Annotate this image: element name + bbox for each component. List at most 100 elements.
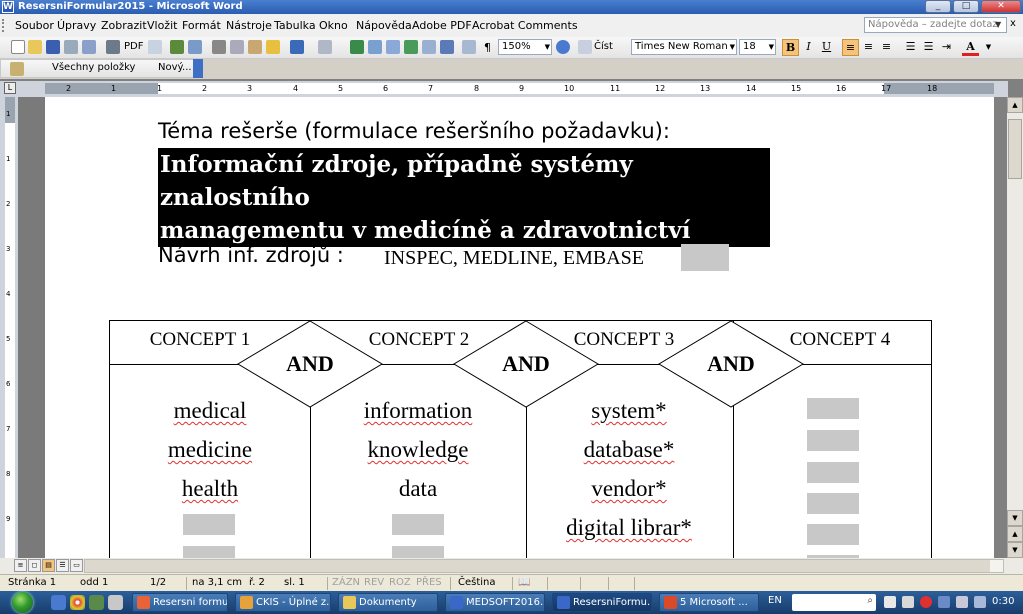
format-painter-icon[interactable] bbox=[266, 40, 280, 54]
outline-view-icon[interactable]: ☰ bbox=[56, 559, 69, 572]
font-color-button[interactable]: A bbox=[962, 39, 979, 56]
scroll-down-icon[interactable]: ▼ bbox=[1007, 510, 1023, 526]
menu-insert[interactable]: Vložit bbox=[147, 19, 177, 32]
italic-button[interactable]: I bbox=[800, 39, 817, 56]
document-page[interactable]: Téma rešerše (formulace rešeršního požad… bbox=[45, 97, 994, 558]
concept-2-empty-field[interactable] bbox=[392, 546, 444, 558]
concept-2-empty-field[interactable] bbox=[392, 514, 444, 535]
taskbar-search-input[interactable]: ⌕ bbox=[792, 594, 876, 611]
menubar-grip[interactable] bbox=[2, 19, 7, 32]
indent-icon[interactable]: ⇥ bbox=[938, 39, 955, 56]
concept-4-empty-field[interactable] bbox=[807, 493, 859, 514]
word-app-icon[interactable]: W bbox=[2, 1, 14, 13]
bold-button[interactable]: B bbox=[782, 39, 799, 56]
email-icon[interactable] bbox=[82, 40, 96, 54]
scroll-up-icon[interactable]: ▲ bbox=[1007, 97, 1023, 113]
tray-app-icon[interactable] bbox=[902, 596, 914, 608]
quicklaunch-icon[interactable] bbox=[108, 595, 123, 610]
paste-icon[interactable] bbox=[248, 40, 262, 54]
menu-table[interactable]: Tabulka bbox=[274, 19, 316, 32]
language-indicator[interactable]: EN bbox=[768, 595, 782, 606]
maximize-button[interactable]: □ bbox=[953, 0, 979, 13]
cut-icon[interactable] bbox=[212, 40, 226, 54]
copy-icon[interactable] bbox=[230, 40, 244, 54]
sources-form-field[interactable] bbox=[681, 244, 729, 271]
underline-button[interactable]: U bbox=[818, 39, 835, 56]
reading-view-icon[interactable]: ▭ bbox=[70, 559, 83, 572]
help-search-input[interactable]: Nápověda – zadejte dotaz bbox=[864, 17, 1007, 33]
horizontal-scroll-thumb[interactable] bbox=[85, 560, 990, 572]
drawing-icon[interactable] bbox=[440, 40, 454, 54]
menu-format[interactable]: Formát bbox=[182, 19, 221, 32]
tray-chevron-icon[interactable] bbox=[884, 596, 896, 608]
document-map-icon[interactable] bbox=[462, 40, 476, 54]
menu-edit[interactable]: Úpravy bbox=[57, 19, 96, 32]
concept-4-empty-field[interactable] bbox=[807, 462, 859, 483]
concept-4-empty-field[interactable] bbox=[807, 430, 859, 451]
read-mode-icon[interactable] bbox=[578, 40, 592, 54]
normal-view-icon[interactable]: ≡ bbox=[14, 559, 27, 572]
concept-4-empty-field[interactable] bbox=[807, 524, 859, 545]
status-record-macro[interactable]: ZÁZN bbox=[332, 577, 360, 588]
concept-1-empty-field[interactable] bbox=[183, 546, 235, 558]
insert-excel-icon[interactable] bbox=[404, 40, 418, 54]
menu-help[interactable]: Nápověda bbox=[356, 19, 412, 32]
print-layout-icon[interactable]: ▤ bbox=[42, 559, 55, 572]
show-desktop-icon[interactable] bbox=[51, 595, 66, 610]
justify-icon[interactable]: ≡ bbox=[878, 39, 895, 56]
vertical-scroll-thumb[interactable] bbox=[1008, 119, 1022, 179]
tray-antivirus-icon[interactable] bbox=[920, 596, 932, 608]
bullets-icon[interactable]: ☰ bbox=[920, 39, 937, 56]
new-document-icon[interactable] bbox=[11, 40, 25, 54]
taskbar-task[interactable]: Resersni formul... bbox=[132, 593, 228, 612]
open-folder-icon[interactable] bbox=[28, 40, 42, 54]
concept-1-empty-field[interactable] bbox=[183, 514, 235, 535]
insert-table-icon[interactable] bbox=[386, 40, 400, 54]
read-button[interactable]: Číst bbox=[594, 41, 613, 52]
font-size-select[interactable]: 18 ▼ bbox=[739, 39, 776, 55]
menu-view[interactable]: Zobrazit bbox=[101, 19, 147, 32]
clock[interactable]: 0:30 bbox=[992, 596, 1014, 607]
status-language[interactable]: Čeština bbox=[458, 577, 496, 588]
align-left-icon[interactable]: ≡ bbox=[842, 39, 859, 56]
chrome-icon[interactable] bbox=[70, 595, 85, 610]
document-close-icon[interactable]: x bbox=[1010, 18, 1016, 29]
theme-title[interactable]: Informační zdroje, případně systémy znal… bbox=[158, 148, 770, 247]
taskbar-task[interactable]: CKIS - Úplné z... bbox=[235, 593, 331, 612]
tray-network-icon[interactable] bbox=[938, 596, 950, 608]
undo-icon[interactable] bbox=[290, 40, 304, 54]
previous-page-icon[interactable]: ▲ bbox=[1007, 526, 1023, 542]
menu-tools[interactable]: Nástroje bbox=[226, 19, 272, 32]
taskbar-task[interactable]: MEDSOFT2016... bbox=[445, 593, 545, 612]
explorer-icon[interactable] bbox=[89, 595, 104, 610]
status-overtype[interactable]: PŘES bbox=[416, 577, 442, 588]
spelling-icon[interactable] bbox=[170, 40, 184, 54]
concept-4-empty-field[interactable] bbox=[807, 398, 859, 419]
autotext-icon[interactable] bbox=[10, 62, 24, 76]
help-icon[interactable] bbox=[556, 40, 570, 54]
tray-usb-icon[interactable] bbox=[956, 596, 968, 608]
font-name-select[interactable]: Times New Roman ▼ bbox=[631, 39, 737, 55]
show-formatting-icon[interactable]: ¶ bbox=[484, 41, 491, 54]
toolbar-options-icon[interactable] bbox=[193, 59, 203, 78]
start-button[interactable] bbox=[4, 591, 44, 614]
align-center-icon[interactable]: ≡ bbox=[860, 39, 877, 56]
horizontal-scroll-track[interactable] bbox=[84, 559, 1004, 573]
web-view-icon[interactable]: ◻ bbox=[28, 559, 41, 572]
print-preview-icon[interactable] bbox=[148, 40, 162, 54]
research-icon[interactable] bbox=[188, 40, 202, 54]
close-button[interactable]: ✕ bbox=[981, 0, 1021, 13]
status-extend-selection[interactable]: ROZ bbox=[389, 577, 411, 588]
taskbar-task-active[interactable]: ResersniFormu... bbox=[552, 593, 652, 612]
menu-file[interactable]: Soubor bbox=[15, 19, 54, 32]
hyperlink-icon[interactable] bbox=[350, 40, 364, 54]
tab-selector[interactable]: L bbox=[4, 82, 16, 94]
zoom-select[interactable]: 150% ▼ bbox=[498, 39, 552, 55]
numbering-icon[interactable]: ☰ bbox=[902, 39, 919, 56]
menu-adobe-pdf[interactable]: Adobe PDF bbox=[412, 19, 472, 32]
save-icon[interactable] bbox=[46, 40, 60, 54]
print-icon[interactable] bbox=[106, 40, 120, 54]
tables-borders-icon[interactable] bbox=[368, 40, 382, 54]
volume-icon[interactable] bbox=[974, 596, 986, 608]
spelling-status-icon[interactable]: 📖 bbox=[518, 577, 530, 588]
